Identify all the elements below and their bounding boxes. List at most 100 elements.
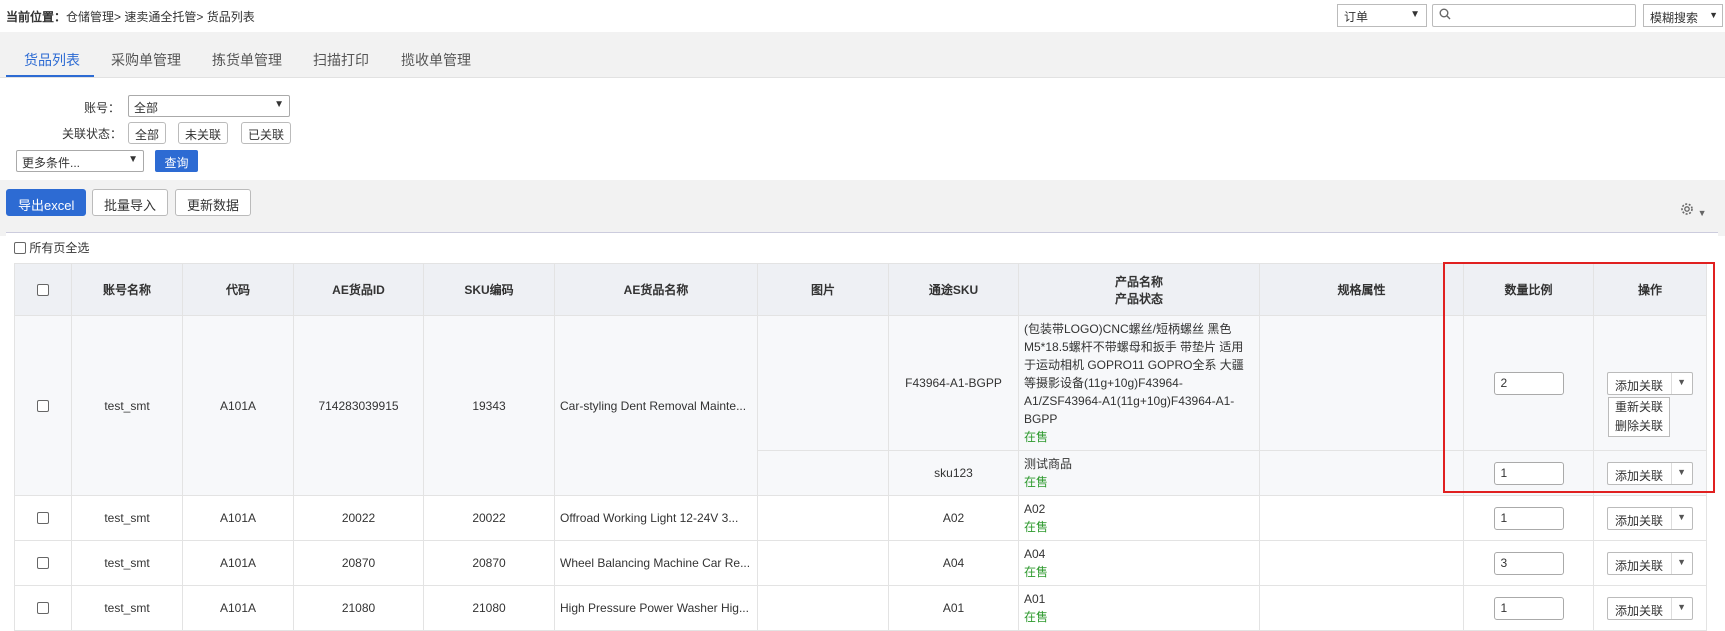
table-header: 账号名称 代码 AE货品ID SKU编码 AE货品名称 图片 通途SKU 产品名… (14, 263, 1707, 316)
product-status: 在售 (1024, 565, 1049, 579)
breadcrumb-path: 仓储管理> 速卖通全托管> 货品列表 (66, 10, 255, 24)
account-select-value: 全部 (134, 101, 159, 115)
header-product-status: 产品状态 (1114, 291, 1163, 306)
cell-sku: 19343 (423, 315, 555, 496)
cell-sku: 20870 (423, 540, 555, 586)
ratio-input[interactable]: 3 (1493, 551, 1564, 575)
chevron-down-icon[interactable]: ▼ (1677, 377, 1686, 387)
dropdown-divider (1671, 597, 1672, 619)
header-tongtu-sku: 通途SKU (888, 263, 1019, 316)
menu-item-relink[interactable]: 重新关联 (1615, 398, 1663, 417)
table-row: test_smt A101A 714283039915 19343 Car-st… (14, 315, 1707, 496)
header-ae-name: AE货品名称 (554, 263, 758, 316)
product-name: A02 (1024, 502, 1046, 516)
menu-item-delete-link[interactable]: 删除关联 (1615, 417, 1663, 436)
toolbar: 导出excel 批量导入 更新数据 ▼ (0, 180, 1725, 236)
tab-purchase-orders[interactable]: 采购单管理 (111, 50, 181, 70)
add-link-dropdown[interactable]: 添加关联 ▼ (1607, 596, 1693, 620)
cell-account: test_smt (71, 495, 183, 541)
cell-product: A02 在售 (1018, 495, 1260, 541)
cell-code: A101A (182, 315, 294, 496)
header-account: 账号名称 (71, 263, 183, 316)
cell-account: test_smt (71, 540, 183, 586)
cell-tongtu-sku: sku123 (888, 450, 1019, 496)
cell-image (757, 540, 889, 586)
chevron-down-icon[interactable]: ▼ (1677, 467, 1686, 477)
link-status-all[interactable]: 全部 (128, 122, 167, 144)
batch-import-button[interactable]: 批量导入 (92, 189, 169, 216)
link-status-unlinked[interactable]: 未关联 (178, 122, 229, 144)
query-button[interactable]: 查询 (155, 150, 198, 172)
add-link-dropdown[interactable]: 添加关联 ▼ (1607, 461, 1693, 485)
update-data-button[interactable]: 更新数据 (175, 189, 252, 216)
chevron-down-icon: ▼ (1697, 208, 1707, 218)
cell-product: 测试商品 在售 (1018, 450, 1260, 496)
add-link-dropdown[interactable]: 添加关联 ▼ 重新关联 删除关联 (1607, 371, 1693, 437)
select-all-pages-checkbox[interactable] (14, 242, 26, 254)
more-conditions-select[interactable]: 更多条件... ▼ (16, 150, 144, 172)
row-checkbox[interactable] (37, 557, 49, 569)
ratio-input[interactable]: 1 (1493, 596, 1564, 620)
fuzzy-search-button[interactable]: 模糊搜索 ▼ (1643, 4, 1723, 27)
row-checkbox[interactable] (37, 512, 49, 524)
cell-code: A101A (182, 495, 294, 541)
row-checkbox[interactable] (37, 399, 49, 412)
add-link-label: 添加关联 (1615, 468, 1664, 483)
filter-panel: 账号： 全部 ▼ 关联状态： 全部 未关联 已关联 更多条件... ▼ 查询 (6, 86, 1722, 180)
cell-action: 添加关联 ▼ (1593, 540, 1707, 586)
cell-sku: 20022 (423, 495, 555, 541)
product-list: 所有页全选 账号名称 代码 AE货品ID SKU编码 AE货品名称 图片 通途S… (6, 232, 1718, 631)
cell-tongtu-sku: A04 (888, 540, 1019, 586)
cell-spec (1259, 495, 1464, 541)
header-spec: 规格属性 (1259, 263, 1464, 316)
cell-product: A04 在售 (1018, 540, 1260, 586)
chevron-down-icon[interactable]: ▼ (1677, 512, 1686, 522)
tab-picking-orders[interactable]: 拣货单管理 (212, 50, 282, 70)
header-select (14, 263, 72, 316)
cell-ae-name: Wheel Balancing Machine Car Re... (554, 540, 758, 586)
account-select[interactable]: 全部 ▼ (128, 95, 290, 117)
ratio-input[interactable]: 1 (1493, 461, 1564, 485)
add-link-dropdown[interactable]: 添加关联 ▼ (1607, 551, 1693, 575)
account-label: 账号： (84, 101, 121, 115)
gear-icon[interactable]: ▼ (1680, 202, 1707, 219)
add-link-label: 添加关联 (1615, 603, 1664, 618)
header-image: 图片 (757, 263, 889, 316)
search-type-select[interactable]: 订单 ▼ (1337, 4, 1427, 27)
export-excel-button[interactable]: 导出excel (6, 189, 87, 216)
cell-ratio: 1 (1463, 495, 1594, 541)
cell-spec (1259, 315, 1464, 451)
product-name: (包装带LOGO)CNC螺丝/短柄螺丝 黑色 M5*18.5螺杆不带螺母和扳手 … (1024, 322, 1244, 426)
add-link-dropdown[interactable]: 添加关联 ▼ (1607, 506, 1693, 530)
header-ae-id: AE货品ID (293, 263, 424, 316)
tab-product-list[interactable]: 货品列表 (24, 50, 80, 70)
select-all-checkbox[interactable] (37, 283, 49, 296)
ratio-input[interactable]: 2 (1493, 371, 1564, 395)
cell-ratio: 3 (1463, 540, 1594, 586)
ratio-input[interactable]: 1 (1493, 506, 1564, 530)
cell-ae-id: 20022 (293, 495, 424, 541)
row-checkbox[interactable] (37, 602, 49, 614)
breadcrumb-prefix: 当前位置： (6, 10, 67, 24)
chevron-down-icon[interactable]: ▼ (1677, 602, 1686, 612)
tab-scan-print[interactable]: 扫描打印 (313, 50, 369, 70)
dropdown-divider (1671, 507, 1672, 529)
table-row: test_smt A101A 20022 20022 Offroad Worki… (14, 495, 1707, 541)
top-bar: 当前位置：仓储管理> 速卖通全托管> 货品列表 订单 ▼ 模糊搜索 ▼ (0, 0, 1725, 32)
search-input[interactable] (1432, 4, 1636, 27)
cell-action: 添加关联 ▼ (1593, 495, 1707, 541)
more-conditions-value: 更多条件... (22, 156, 81, 170)
header-sku: SKU编码 (423, 263, 555, 316)
select-all-pages[interactable]: 所有页全选 (14, 239, 89, 256)
cell-action: 添加关联 ▼ 重新关联 删除关联 (1593, 315, 1707, 451)
add-link-label: 添加关联 (1615, 378, 1664, 393)
table-row: test_smt A101A 20870 20870 Wheel Balanci… (14, 540, 1707, 586)
add-link-label: 添加关联 (1615, 513, 1664, 528)
link-status-linked[interactable]: 已关联 (241, 122, 292, 144)
product-status: 在售 (1024, 475, 1049, 489)
cell-account: test_smt (71, 315, 183, 496)
cell-ae-id: 714283039915 (293, 315, 424, 496)
chevron-down-icon[interactable]: ▼ (1677, 557, 1686, 567)
tab-collection-orders[interactable]: 揽收单管理 (401, 50, 471, 70)
breadcrumb: 当前位置：仓储管理> 速卖通全托管> 货品列表 (6, 8, 255, 25)
